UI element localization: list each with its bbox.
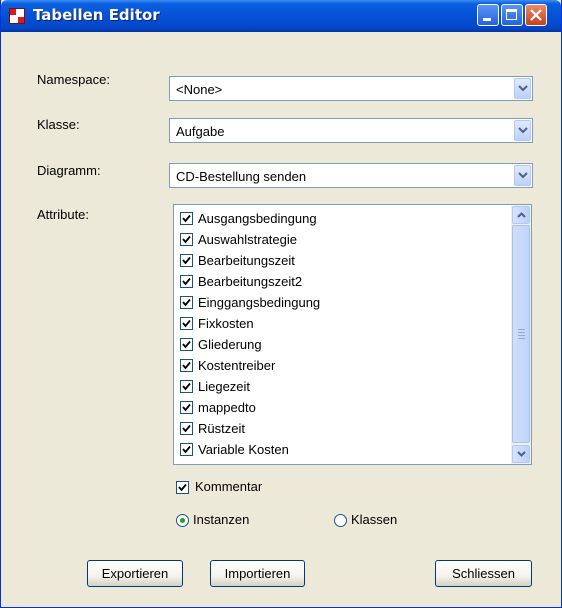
- attribute-checkbox[interactable]: [180, 359, 193, 372]
- chevron-down-icon: [518, 127, 528, 134]
- maximize-button[interactable]: [501, 4, 523, 26]
- checkmark-icon: [182, 214, 191, 223]
- attribute-checkbox[interactable]: [180, 296, 193, 309]
- minimize-button[interactable]: [477, 4, 499, 26]
- diagramm-select[interactable]: CD-Bestellung senden: [169, 163, 533, 188]
- attribute-checklist[interactable]: Ausgangsbedingung Auswahlstrategie Bearb…: [173, 204, 532, 465]
- attribute-item-label: Ausgangsbedingung: [198, 211, 317, 226]
- attribute-checkbox[interactable]: [180, 380, 193, 393]
- attribute-checkbox[interactable]: [180, 317, 193, 330]
- attribute-item-label: Gliederung: [198, 337, 262, 352]
- attribute-checkbox[interactable]: [180, 401, 193, 414]
- attribute-item-label: Auswahlstrategie: [198, 232, 297, 247]
- attribute-checkbox[interactable]: [180, 212, 193, 225]
- checkmark-icon: [182, 340, 191, 349]
- checkmark-icon: [182, 424, 191, 433]
- radio-selected-dot: [180, 518, 185, 523]
- namespace-label: Namespace:: [37, 72, 110, 87]
- attribute-item-label: Rüstzeit: [198, 421, 245, 436]
- attribute-checkbox[interactable]: [180, 254, 193, 267]
- instanzen-label: Instanzen: [193, 512, 250, 527]
- namespace-select[interactable]: <None>: [169, 76, 533, 101]
- checkmark-icon: [182, 403, 191, 412]
- chevron-down-icon: [517, 451, 526, 457]
- klassen-label: Klassen: [351, 512, 398, 527]
- attribute-item-label: Kostentreiber: [198, 358, 276, 373]
- scroll-thumb[interactable]: [512, 225, 530, 443]
- import-button[interactable]: Importieren: [210, 560, 305, 587]
- attribute-scrollbar[interactable]: [511, 205, 531, 464]
- attribute-checkbox[interactable]: [180, 443, 193, 456]
- close-button[interactable]: Schliessen: [435, 560, 532, 587]
- diagramm-dropdown-button[interactable]: [514, 165, 531, 186]
- attribute-item-label: Einggangsbedingung: [198, 295, 321, 310]
- checkmark-icon: [182, 382, 191, 391]
- klasse-value: Aufgabe: [176, 124, 225, 139]
- attribute-item-label: Bearbeitungszeit: [198, 253, 295, 268]
- attribute-checkbox[interactable]: [180, 422, 193, 435]
- attribute-checkbox[interactable]: [180, 338, 193, 351]
- attribute-item-label: Variable Kosten: [198, 442, 289, 457]
- attribute-item-label: mappedto: [198, 400, 256, 415]
- chevron-down-icon: [518, 172, 528, 179]
- klasse-label: Klasse:: [37, 117, 80, 132]
- close-window-button[interactable]: [525, 4, 547, 26]
- instanzen-radio[interactable]: [176, 514, 189, 527]
- diagramm-value: CD-Bestellung senden: [176, 169, 307, 184]
- checkmark-icon: [182, 361, 191, 370]
- checkmark-icon: [182, 277, 191, 286]
- attribute-label: Attribute:: [37, 207, 90, 222]
- checkmark-icon: [182, 445, 191, 454]
- table-editor-icon: [9, 8, 25, 24]
- title-bar[interactable]: Tabellen Editor: [1, 0, 561, 32]
- attribute-checkbox[interactable]: [180, 233, 193, 246]
- attribute-item-label: Liegezeit: [198, 379, 251, 394]
- attribute-item-label: Bearbeitungszeit2: [198, 274, 303, 289]
- checkmark-icon: [182, 235, 191, 244]
- checkmark-icon: [178, 483, 187, 492]
- scroll-up-button[interactable]: [512, 206, 530, 224]
- chevron-down-icon: [518, 85, 528, 92]
- scroll-down-button[interactable]: [512, 445, 530, 463]
- klasse-select[interactable]: Aufgabe: [169, 118, 533, 143]
- attribute-checkbox[interactable]: [180, 275, 193, 288]
- klasse-dropdown-button[interactable]: [514, 120, 531, 141]
- export-button[interactable]: Exportieren: [87, 560, 183, 587]
- attribute-item-label: Fixkosten: [198, 316, 254, 331]
- kommentar-checkbox[interactable]: [176, 481, 189, 494]
- namespace-dropdown-button[interactable]: [514, 78, 531, 99]
- checkmark-icon: [182, 298, 191, 307]
- close-icon: [530, 9, 542, 21]
- minimize-icon: [483, 18, 491, 21]
- kommentar-label: Kommentar: [195, 479, 263, 494]
- checkmark-icon: [182, 319, 191, 328]
- namespace-value: <None>: [176, 82, 223, 97]
- window-title: Tabellen Editor: [33, 6, 160, 24]
- tabellen-editor-window: Tabellen Editor Namespace: <None> Klasse…: [0, 0, 562, 608]
- klassen-radio[interactable]: [334, 514, 347, 527]
- maximize-icon: [506, 9, 517, 20]
- chevron-up-icon: [517, 212, 526, 218]
- diagramm-label: Diagramm:: [37, 163, 101, 178]
- checkmark-icon: [182, 256, 191, 265]
